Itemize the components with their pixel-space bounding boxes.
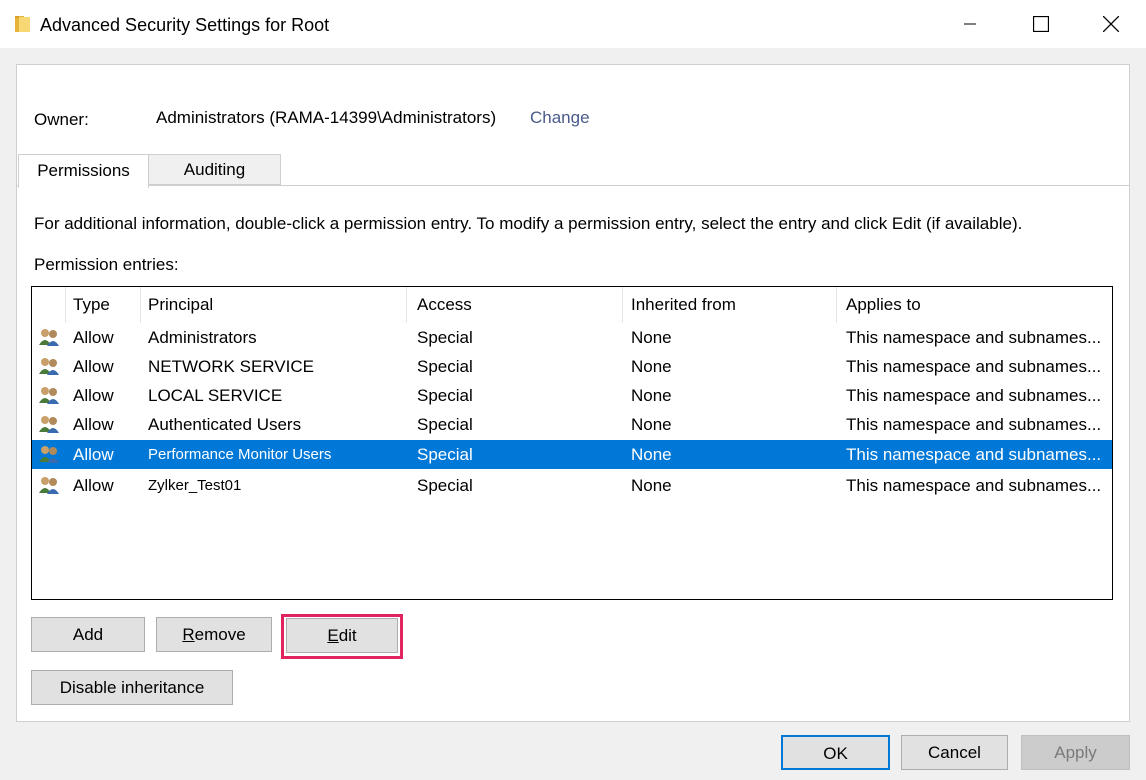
cell-access: Special	[417, 415, 473, 434]
cell-type: Allow	[73, 415, 114, 434]
column-divider[interactable]	[406, 287, 407, 323]
cell-principal: Administrators	[148, 328, 257, 347]
folder-icon	[15, 16, 30, 32]
column-divider[interactable]	[622, 287, 623, 323]
cell-principal: Zylker_Test01	[148, 477, 242, 494]
permission-entries-label: Permission entries:	[34, 255, 179, 274]
column-header-inherited-from[interactable]: Inherited from	[631, 287, 736, 323]
column-divider[interactable]	[836, 287, 837, 323]
disable-inheritance-button[interactable]: Disable inheritance	[31, 670, 233, 705]
column-header-access[interactable]: Access	[417, 287, 472, 323]
owner-value: Administrators (RAMA-14399\Administrator…	[156, 108, 497, 127]
column-divider[interactable]	[65, 287, 66, 323]
cell-access: Special	[417, 445, 473, 464]
cell-principal: Authenticated Users	[148, 415, 302, 434]
column-divider[interactable]	[140, 287, 141, 323]
table-row[interactable]: Allow LOCAL SERVICE Special None This na…	[32, 381, 1112, 410]
cell-type: Allow	[73, 328, 114, 347]
cell-access: Special	[417, 476, 473, 495]
column-header-principal[interactable]: Principal	[148, 287, 213, 323]
window-title: Advanced Security Settings for Root	[40, 15, 330, 35]
ok-button[interactable]: OK	[781, 735, 890, 770]
cell-applies-to: This namespace and subnames...	[846, 386, 1102, 405]
table-row-selected[interactable]: Allow Performance Monitor Users Special …	[32, 440, 1112, 469]
cell-access: Special	[417, 328, 473, 347]
owner-label: Owner:	[34, 110, 89, 129]
users-icon	[39, 358, 59, 375]
maximize-icon	[1033, 16, 1049, 32]
users-icon	[39, 477, 59, 494]
title-bar: Advanced Security Settings for Root	[0, 0, 1146, 48]
tab-auditing[interactable]: Auditing	[149, 154, 281, 185]
cell-inherited-from: None	[631, 415, 672, 434]
cell-type: Allow	[73, 386, 114, 405]
cell-principal: LOCAL SERVICE	[148, 386, 283, 405]
minimize-button[interactable]	[935, 0, 1005, 48]
cell-principal: Performance Monitor Users	[148, 446, 332, 463]
cell-inherited-from: None	[631, 386, 672, 405]
cell-inherited-from: None	[631, 357, 672, 376]
close-button[interactable]	[1076, 0, 1146, 48]
cell-type: Allow	[73, 357, 114, 376]
users-icon	[39, 329, 59, 346]
cell-applies-to: This namespace and subnames...	[846, 415, 1102, 434]
info-text: For additional information, double-click…	[34, 214, 1023, 233]
table-row[interactable]: Allow Zylker_Test01 Special None This na…	[32, 471, 1112, 500]
remove-label: emove	[194, 625, 246, 644]
users-icon	[39, 387, 59, 404]
cell-access: Special	[417, 386, 473, 405]
cell-applies-to: This namespace and subnames...	[846, 328, 1102, 347]
apply-button[interactable]: Apply	[1021, 735, 1130, 770]
cancel-button[interactable]: Cancel	[901, 735, 1008, 770]
close-icon	[1103, 16, 1119, 32]
table-row[interactable]: Allow NETWORK SERVICE Special None This …	[32, 352, 1112, 381]
edit-highlight-box	[281, 614, 403, 659]
cell-inherited-from: None	[631, 476, 672, 495]
cell-inherited-from: None	[631, 328, 672, 347]
tab-permissions[interactable]: Permissions	[18, 154, 149, 188]
remove-button[interactable]: Remove	[156, 617, 272, 652]
cell-inherited-from: None	[631, 445, 672, 464]
main-panel: Owner: Administrators (RAMA-14399\Admini…	[16, 64, 1130, 722]
change-owner-link[interactable]: Change	[530, 108, 590, 128]
minimize-icon	[964, 23, 976, 25]
table-row[interactable]: Allow Administrators Special None This n…	[32, 323, 1112, 352]
cell-type: Allow	[73, 476, 114, 495]
cell-applies-to: This namespace and subnames...	[846, 476, 1102, 495]
column-header-type[interactable]: Type	[73, 287, 110, 323]
cell-applies-to: This namespace and subnames...	[846, 445, 1102, 464]
permission-entries-list[interactable]: Type Principal Access Inherited from App…	[31, 286, 1113, 600]
cell-applies-to: This namespace and subnames...	[846, 357, 1102, 376]
tab-divider	[17, 185, 1129, 186]
maximize-button[interactable]	[1006, 0, 1076, 48]
column-header-applies-to[interactable]: Applies to	[846, 287, 921, 323]
table-row[interactable]: Allow Authenticated Users Special None T…	[32, 410, 1112, 439]
users-icon	[39, 416, 59, 433]
users-icon	[39, 446, 59, 463]
remove-accesskey: R	[182, 625, 195, 644]
cell-principal: NETWORK SERVICE	[148, 357, 314, 376]
list-header: Type Principal Access Inherited from App…	[32, 287, 1112, 323]
cell-type: Allow	[73, 445, 114, 464]
cell-access: Special	[417, 357, 473, 376]
add-button[interactable]: Add	[31, 617, 145, 652]
